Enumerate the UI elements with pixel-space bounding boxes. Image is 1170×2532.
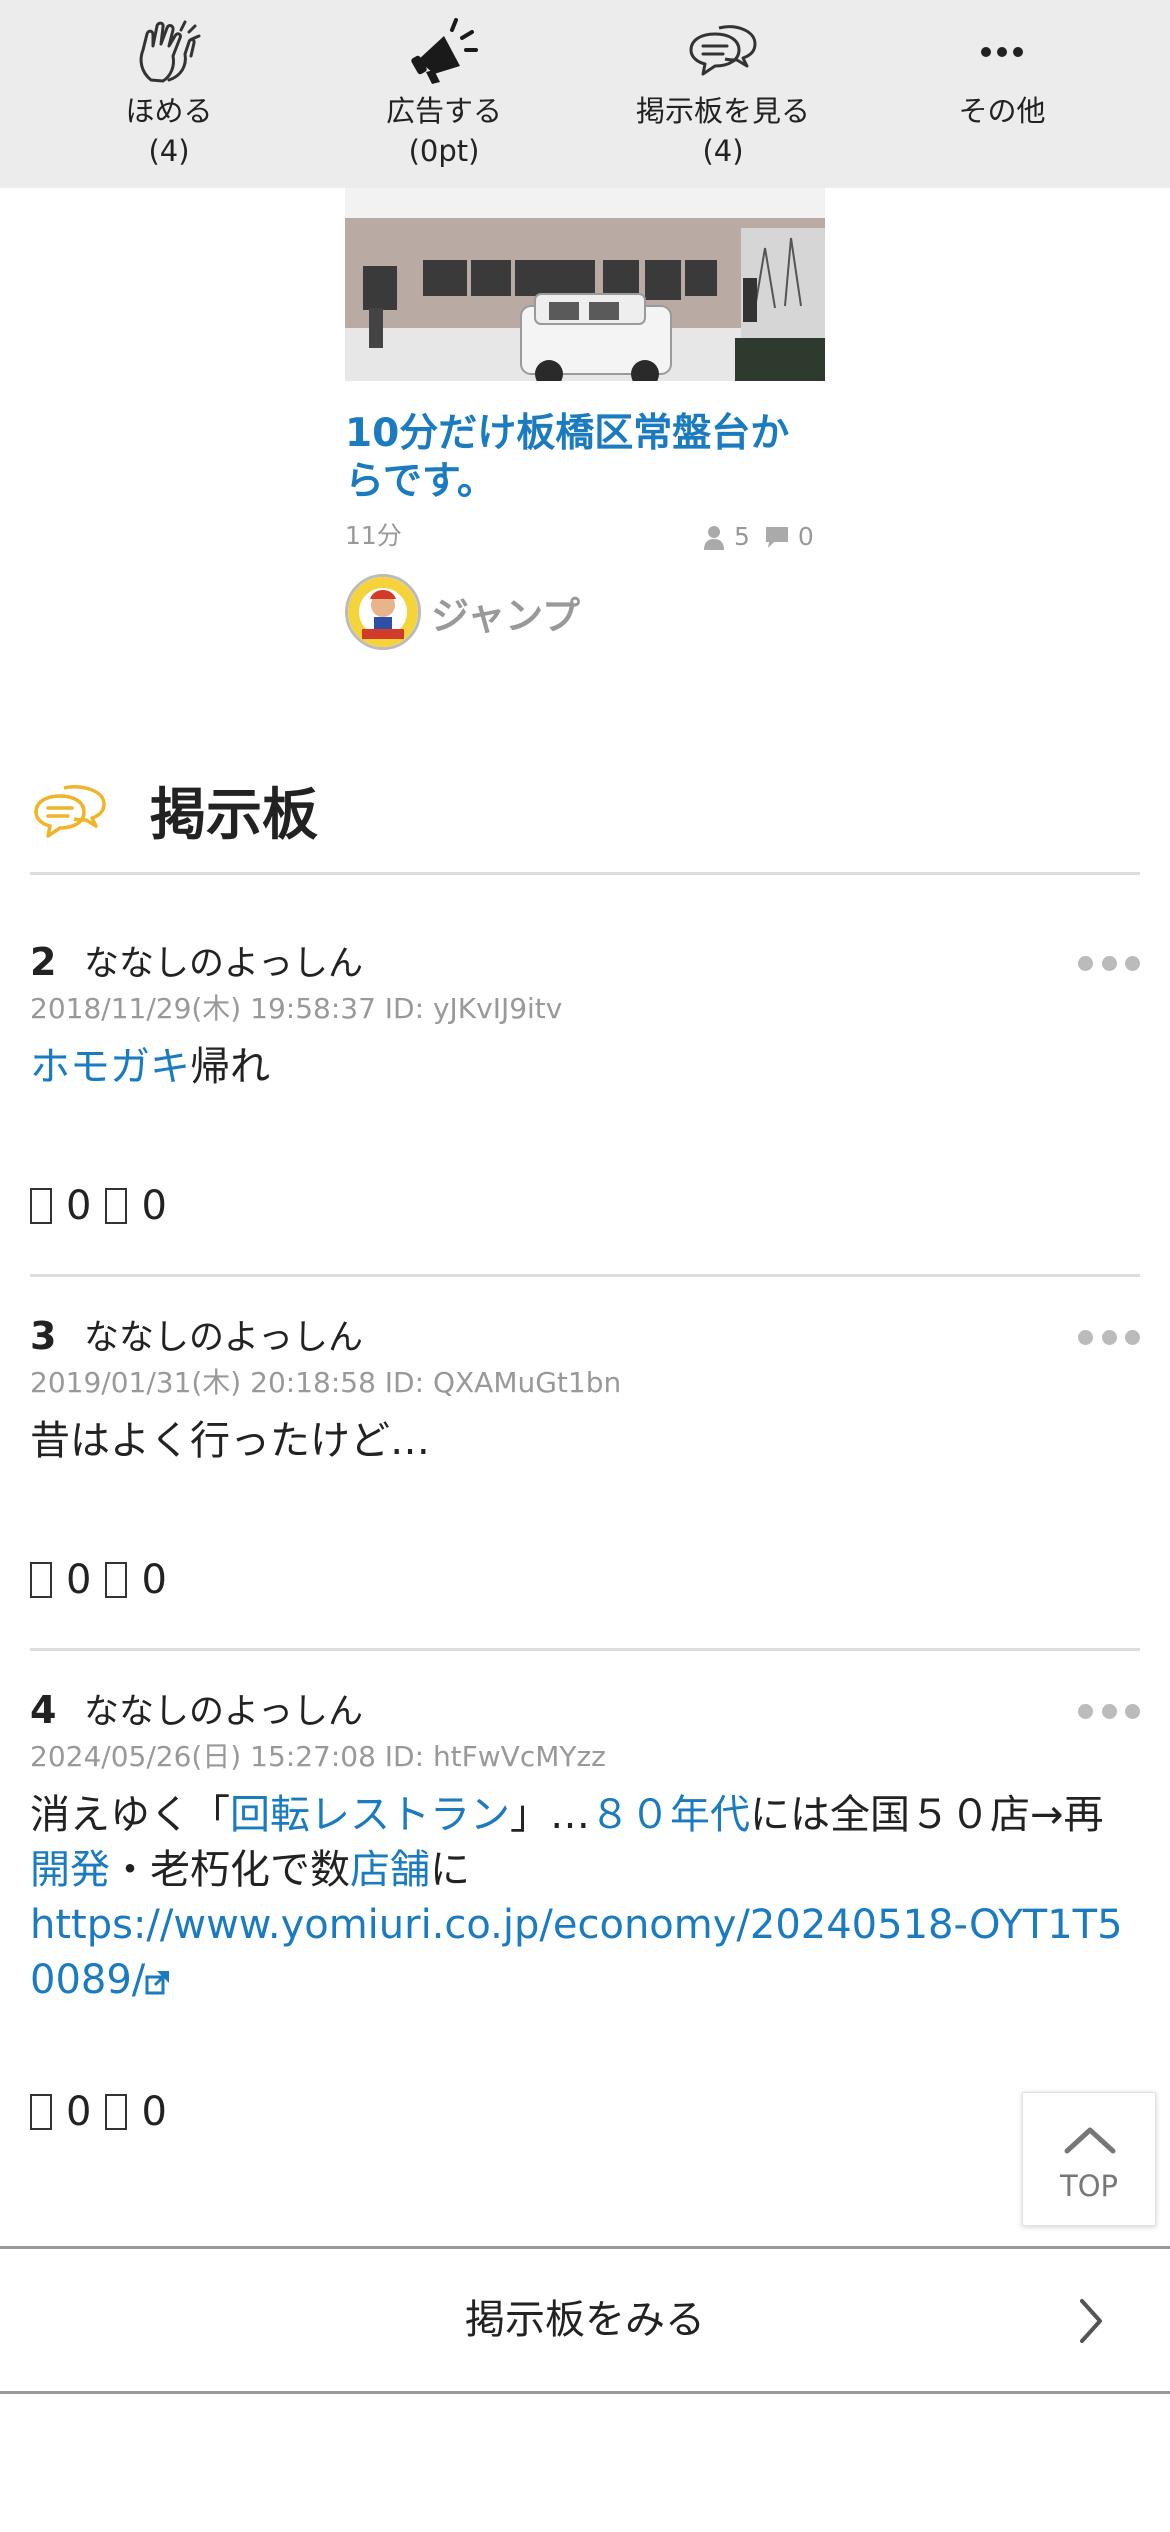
- advertise-count: (0pt): [408, 134, 480, 168]
- article-author[interactable]: ジャンプ: [345, 572, 580, 652]
- article-card[interactable]: 10分だけ板橋区常盤台からです。 11分 5 0 ジャンプ: [345, 188, 825, 650]
- author-avatar[interactable]: [345, 574, 421, 650]
- thumbs-up-icon[interactable]: [30, 1562, 52, 1598]
- thumbs-up-icon[interactable]: [30, 2094, 52, 2130]
- post-body: 昔はよく行ったけど…: [30, 1418, 430, 1464]
- divider: [30, 1648, 1140, 1651]
- thumbs-down-icon[interactable]: [105, 1188, 128, 1224]
- downvote-count: 0: [141, 1183, 167, 1229]
- scroll-to-top-button[interactable]: TOP: [1022, 2092, 1156, 2226]
- more-dots-icon: [981, 47, 1023, 57]
- post-number[interactable]: 4: [30, 1688, 56, 1732]
- upvote-count: 0: [66, 2089, 92, 2135]
- view-board-count: (4): [702, 134, 744, 168]
- post-keyword-link[interactable]: 店舗: [350, 1847, 430, 1893]
- post-meta: 2024/05/26(日) 15:27:08 ID: htFwVcMYzz: [30, 1740, 606, 1773]
- advertise-label: 広告する: [385, 94, 502, 128]
- article-duration: 11分: [345, 521, 402, 550]
- upvote-count: 0: [66, 1557, 92, 1603]
- board-post: 2 ななしのよっしん 2018/11/29(木) 19:58:37 ID: yJ…: [30, 940, 1140, 1240]
- post-text: ・老朽化で数: [110, 1847, 350, 1893]
- post-menu-button[interactable]: [1078, 1330, 1140, 1346]
- board-title: 掲示板: [150, 782, 318, 848]
- author-name[interactable]: ジャンプ: [431, 585, 580, 640]
- post-text: 消えゆく「: [30, 1792, 230, 1838]
- post-keyword-link[interactable]: 開発: [30, 1847, 110, 1893]
- chevron-right-icon: [1080, 2299, 1102, 2343]
- post-number[interactable]: 2: [30, 940, 56, 984]
- article-title[interactable]: 10分だけ板橋区常盤台からです。: [345, 410, 825, 506]
- post-author: ななしのよっしん: [84, 1318, 363, 1358]
- praise-label: ほめる: [125, 94, 213, 128]
- megaphone-icon: [411, 18, 478, 84]
- external-url-link[interactable]: https://www.yomiuri.co.jp/economy/202405…: [30, 1902, 1123, 2003]
- post-votes: 0 0: [30, 1556, 181, 1604]
- post-author: ななしのよっしん: [84, 944, 363, 984]
- top-label: TOP: [1059, 2169, 1119, 2203]
- board-post: 4 ななしのよっしん 2024/05/26(日) 15:27:08 ID: ht…: [30, 1688, 1140, 2168]
- view-board-label: 掲示板を見る: [635, 94, 810, 128]
- praise-count: (4): [148, 134, 190, 168]
- downvote-count: 0: [141, 2089, 167, 2135]
- action-toolbar: ほめる (4) 広告する (0pt) 掲示板を見る (4) その他: [0, 0, 1170, 188]
- likes-count: 5: [734, 522, 750, 551]
- view-board-link-label: 掲示板をみる: [465, 2297, 705, 2343]
- view-board-link[interactable]: 掲示板をみる: [0, 2246, 1170, 2394]
- post-menu-button[interactable]: [1078, 1704, 1140, 1720]
- user-icon: [704, 525, 724, 550]
- advertise-button[interactable]: 広告する (0pt): [304, 0, 584, 188]
- thumbs-up-icon[interactable]: [30, 1188, 52, 1224]
- divider: [30, 872, 1140, 875]
- thumbnail-photo: [345, 188, 825, 381]
- divider: [30, 1274, 1140, 1277]
- speech-bubbles-icon: [689, 25, 757, 76]
- more-label: その他: [958, 94, 1046, 128]
- post-text: に: [430, 1847, 470, 1893]
- post-keyword-link[interactable]: 回転レストラン: [230, 1792, 510, 1838]
- thumbs-down-icon[interactable]: [105, 2094, 128, 2130]
- chevron-up-icon: [1064, 2127, 1116, 2154]
- post-keyword-link[interactable]: ８０年代: [590, 1792, 750, 1838]
- post-number[interactable]: 3: [30, 1314, 56, 1358]
- post-meta: 2018/11/29(木) 19:58:37 ID: yJKvIJ9itv: [30, 992, 563, 1025]
- author-avatar-image: [348, 577, 418, 647]
- clap-hands-icon: [139, 20, 201, 83]
- upvote-count: 0: [66, 1183, 92, 1229]
- post-votes: 0 0: [30, 1182, 181, 1230]
- board-header: 掲示板: [30, 760, 318, 860]
- post-text: 」…: [510, 1792, 590, 1838]
- thumbs-down-icon[interactable]: [105, 1562, 128, 1598]
- post-body: 消えゆく「回転レストラン」…８０年代には全国５０店→再開発・老朽化で数店舗に h…: [30, 1788, 1140, 2008]
- article-stats: 5 0: [702, 522, 814, 551]
- board-post: 3 ななしのよっしん 2019/01/31(木) 20:18:58 ID: QX…: [30, 1314, 1140, 1614]
- post-author: ななしのよっしん: [84, 1692, 363, 1732]
- article-thumbnail[interactable]: [345, 188, 825, 381]
- comment-icon: [765, 526, 788, 548]
- post-text: 帰れ: [190, 1044, 270, 1090]
- external-link-icon: [145, 1971, 170, 1995]
- post-text: には全国５０店→再: [750, 1792, 1104, 1838]
- post-body: ホモガキ帰れ: [30, 1040, 1140, 1095]
- speech-bubbles-icon: [34, 785, 106, 838]
- post-meta: 2019/01/31(木) 20:18:58 ID: QXAMuGt1bn: [30, 1366, 622, 1399]
- post-votes: 0 0: [30, 2088, 181, 2136]
- praise-button[interactable]: ほめる (4): [29, 0, 309, 188]
- downvote-count: 0: [141, 1557, 167, 1603]
- post-menu-button[interactable]: [1078, 956, 1140, 972]
- view-board-button[interactable]: 掲示板を見る (4): [583, 0, 863, 188]
- more-button[interactable]: その他: [862, 0, 1142, 188]
- comments-count: 0: [797, 522, 814, 551]
- post-keyword-link[interactable]: ホモガキ: [30, 1044, 190, 1090]
